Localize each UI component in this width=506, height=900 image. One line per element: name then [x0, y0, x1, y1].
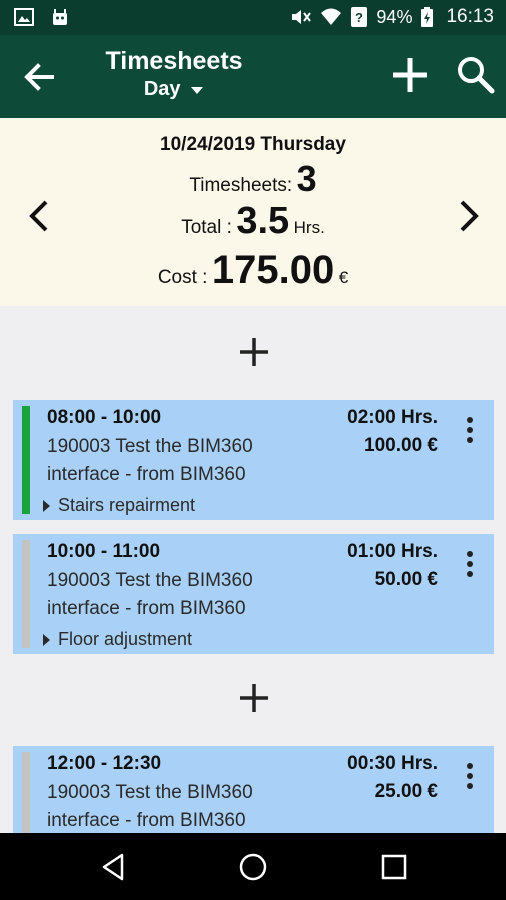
add-entry-plus-icon[interactable]	[232, 676, 276, 720]
entry-time: 10:00 - 11:00	[47, 541, 161, 562]
timesheet-card[interactable]: 12:00 - 12:30 00:30 Hrs. 25.00 € 190003 …	[13, 746, 494, 833]
nav-recents-icon[interactable]	[378, 851, 410, 883]
system-nav-bar	[0, 833, 506, 900]
expand-triangle-icon	[43, 499, 50, 512]
status-bar-indicator	[22, 752, 30, 833]
timesheets-count: 3	[296, 158, 317, 199]
cost-unit: €	[338, 268, 349, 287]
dropdown-arrow-icon	[191, 86, 204, 94]
entry-time: 12:00 - 12:30	[47, 753, 162, 774]
more-options-icon[interactable]	[466, 762, 474, 790]
total-value: 3.5	[236, 200, 290, 242]
previous-day-chevron-icon[interactable]	[24, 196, 56, 236]
timesheets-count-row: Timesheets: 3	[0, 158, 506, 200]
cost-label: Cost :	[157, 267, 208, 288]
timesheets-label: Timesheets:	[189, 175, 293, 196]
summary-date: 10/24/2019 Thursday	[160, 134, 346, 155]
battery-charging-icon	[421, 7, 434, 27]
view-selector[interactable]: Day	[100, 78, 248, 101]
gallery-icon	[14, 8, 34, 26]
cost-value: 175.00	[211, 248, 335, 292]
more-options-icon[interactable]	[466, 416, 474, 444]
nav-home-icon[interactable]	[237, 851, 269, 883]
entry-amount: 50.00 €	[374, 569, 438, 590]
clock: 16:13	[446, 6, 494, 27]
more-options-icon[interactable]	[466, 550, 474, 578]
entry-description: 190003 Test the BIM360 interface - from …	[47, 436, 253, 485]
app-bar: Timesheets Day	[0, 35, 506, 118]
page-title: Timesheets	[105, 47, 243, 75]
svg-text:?: ?	[355, 10, 363, 25]
entry-description: 190003 Test the BIM360 interface - from …	[47, 782, 253, 831]
day-summary: 10/24/2019 Thursday Timesheets: 3 Total …	[0, 118, 506, 306]
status-bar-indicator	[22, 406, 30, 514]
entry-hours: 02:00 Hrs.	[347, 407, 438, 428]
entry-hours: 01:00 Hrs.	[347, 541, 438, 562]
add-entry-plus-icon[interactable]	[232, 330, 276, 374]
status-bar: ? 94% 16:13	[0, 0, 506, 35]
entry-amount: 25.00 €	[374, 781, 438, 802]
next-day-chevron-icon[interactable]	[452, 196, 484, 236]
total-row: Total : 3.5 Hrs.	[0, 200, 506, 243]
timesheet-card[interactable]: 10:00 - 11:00 01:00 Hrs. 50.00 € 190003 …	[13, 534, 494, 654]
nav-back-icon[interactable]	[98, 851, 130, 883]
total-label: Total :	[181, 217, 232, 238]
entry-description: 190003 Test the BIM360 interface - from …	[47, 570, 253, 619]
back-arrow-icon[interactable]	[20, 57, 60, 97]
android-icon	[53, 9, 67, 25]
entry-task[interactable]: Stairs repairment	[43, 495, 195, 516]
signal-icon: ?	[351, 7, 368, 27]
entry-task-label: Floor adjustment	[58, 629, 193, 649]
battery-percent: 94%	[376, 6, 413, 27]
search-icon[interactable]	[454, 53, 498, 97]
timesheet-card[interactable]: 08:00 - 10:00 02:00 Hrs. 100.00 € 190003…	[13, 400, 494, 520]
title-block: Timesheets Day	[100, 47, 248, 101]
status-bar-indicator	[22, 540, 30, 648]
entry-task[interactable]: Floor adjustment	[43, 629, 192, 650]
entry-time: 08:00 - 10:00	[47, 407, 162, 428]
cost-row: Cost : 175.00 €	[0, 248, 506, 293]
expand-triangle-icon	[43, 633, 50, 646]
mute-icon	[292, 10, 312, 24]
entry-hours: 00:30 Hrs.	[347, 753, 438, 774]
entry-amount: 100.00 €	[364, 435, 438, 456]
total-unit: Hrs.	[293, 218, 325, 237]
entry-task-label: Stairs repairment	[58, 495, 196, 515]
view-selector-label: Day	[143, 78, 181, 100]
add-icon[interactable]	[388, 53, 432, 97]
wifi-icon	[321, 8, 342, 25]
